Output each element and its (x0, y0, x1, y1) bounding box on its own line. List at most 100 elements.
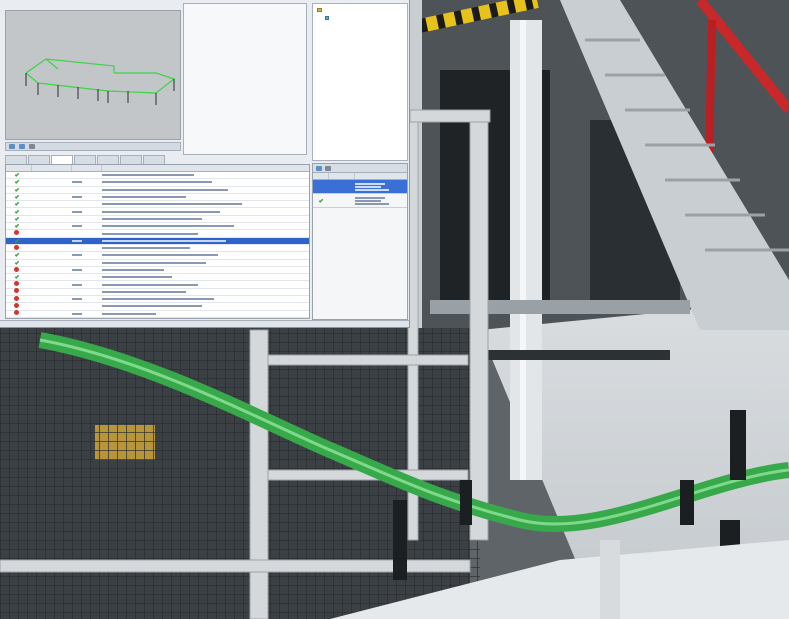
alarms-body (313, 180, 407, 208)
alarm-row[interactable] (313, 180, 407, 194)
column-header[interactable] (32, 165, 72, 171)
status-cell (6, 194, 32, 200)
alarm-row[interactable] (313, 194, 407, 208)
tab-bar (5, 155, 310, 164)
tab-7[interactable] (143, 155, 165, 164)
table-row[interactable] (6, 179, 309, 187)
table-row[interactable] (6, 252, 309, 260)
checkmark-icon (14, 238, 20, 243)
table-row[interactable] (6, 201, 309, 209)
source-cell (72, 223, 102, 229)
acknowledge-icon[interactable] (316, 165, 322, 171)
message-cell (102, 274, 309, 280)
status-cell (6, 274, 32, 280)
status-cell (6, 179, 32, 185)
rotate-icon[interactable] (9, 144, 15, 149)
folder-icon (317, 8, 322, 12)
tree-node-root[interactable] (317, 8, 324, 12)
tree-node-child[interactable] (325, 16, 331, 20)
text-placeholder (355, 188, 389, 191)
status-cell (6, 281, 32, 288)
status-cell (6, 238, 32, 244)
source-cell (72, 311, 102, 317)
table-row[interactable] (6, 194, 309, 202)
table-row[interactable] (6, 208, 309, 216)
column-header[interactable] (329, 173, 355, 179)
message-cell (102, 267, 309, 273)
text-placeholder (72, 196, 82, 199)
table-row[interactable] (6, 172, 309, 180)
checkmark-icon (14, 252, 20, 258)
tab-3-active[interactable] (51, 155, 73, 164)
alarm-icon (14, 295, 19, 301)
table-row[interactable] (6, 216, 309, 224)
table-row[interactable] (6, 259, 309, 267)
text-placeholder (102, 290, 186, 293)
text-placeholder (72, 239, 82, 242)
source-cell (72, 194, 102, 200)
source-cell (72, 282, 102, 288)
filter-icon[interactable] (325, 165, 331, 171)
zoom-icon[interactable] (29, 144, 35, 149)
text-placeholder (72, 283, 82, 286)
source-cell (72, 252, 102, 258)
text-placeholder (72, 312, 82, 315)
status-cell (6, 288, 32, 295)
status-cell (6, 187, 32, 193)
status-cell (6, 172, 32, 178)
source-cell (72, 267, 102, 273)
table-row[interactable] (6, 266, 309, 275)
event-log-table[interactable] (5, 164, 310, 319)
text-placeholder (355, 202, 389, 205)
status-cell (6, 244, 32, 252)
message-cell (102, 260, 309, 266)
tab-1[interactable] (5, 155, 27, 164)
checkmark-icon (14, 259, 20, 265)
message-cell (102, 172, 309, 178)
column-header[interactable] (355, 173, 407, 179)
column-header[interactable] (6, 165, 32, 171)
table-row[interactable] (6, 223, 309, 231)
text-placeholder (72, 269, 82, 271)
table-row[interactable] (6, 230, 309, 238)
table-row[interactable] (6, 288, 309, 297)
alarm-icon (14, 288, 19, 294)
table-row[interactable] (6, 310, 309, 318)
tab-6[interactable] (120, 155, 142, 164)
table-row[interactable] (6, 274, 309, 282)
message-cell (102, 187, 309, 193)
table-row[interactable] (6, 187, 309, 194)
message-cell (102, 223, 309, 229)
pan-icon[interactable] (19, 144, 25, 149)
text-placeholder (72, 254, 82, 257)
table-row[interactable] (6, 295, 309, 304)
checkmark-icon (14, 179, 20, 185)
text-placeholder (102, 239, 226, 242)
table-row[interactable] (6, 244, 309, 253)
alarm-icon (14, 244, 19, 250)
column-header[interactable] (72, 165, 102, 171)
3d-model-viewport[interactable] (5, 10, 181, 140)
object-tree[interactable] (312, 3, 408, 161)
text-placeholder (102, 269, 164, 271)
alarm-icon (14, 230, 19, 236)
column-header[interactable] (102, 165, 309, 171)
column-header[interactable] (313, 173, 329, 179)
text-placeholder (102, 210, 220, 213)
message-cell (102, 201, 309, 207)
status-cell (6, 230, 32, 237)
table-row[interactable] (6, 281, 309, 289)
source-cell (72, 296, 102, 302)
table-row[interactable] (6, 237, 309, 245)
text-placeholder (102, 174, 194, 177)
message-cell (102, 252, 309, 258)
checkmark-icon (14, 216, 20, 221)
table-row[interactable] (6, 303, 309, 311)
alarm-icon (14, 281, 19, 287)
status-cell (6, 295, 32, 303)
source-cell (72, 238, 102, 244)
tab-2[interactable] (28, 155, 50, 164)
message-cell (102, 289, 309, 295)
tab-4[interactable] (74, 155, 96, 164)
tab-5[interactable] (97, 155, 119, 164)
